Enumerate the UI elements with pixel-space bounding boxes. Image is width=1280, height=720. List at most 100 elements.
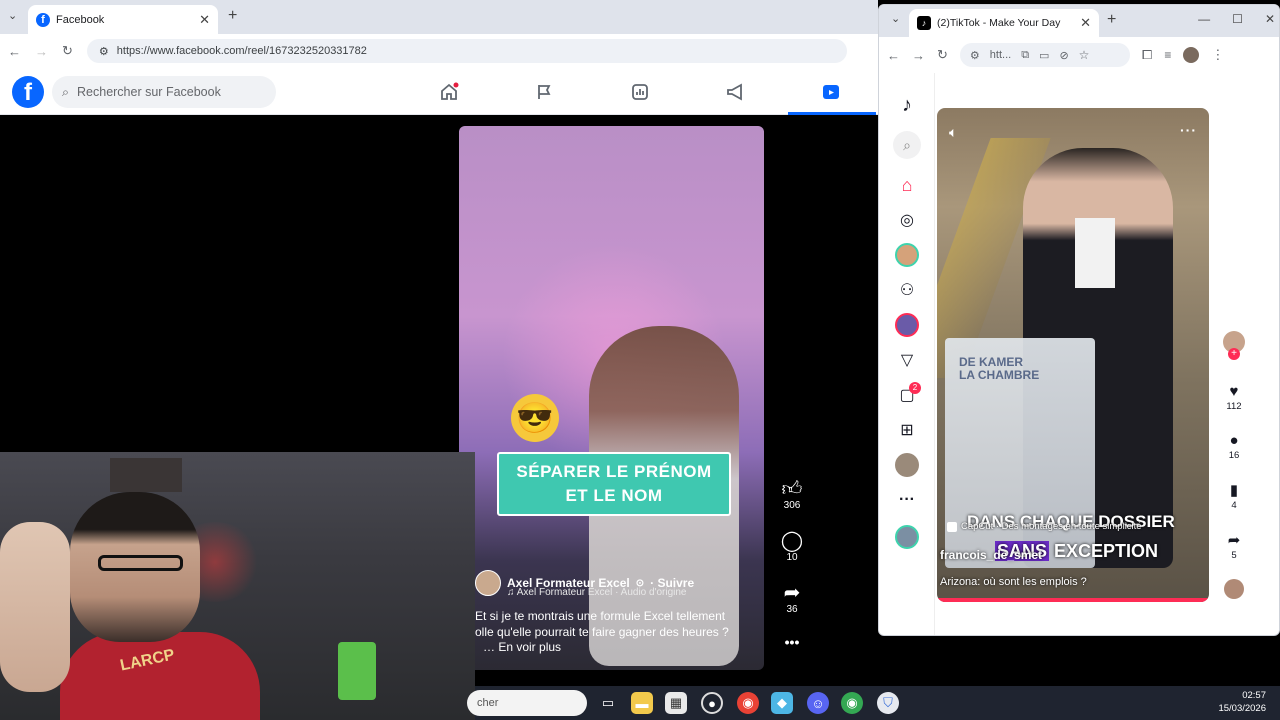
reel-audio-label[interactable]: ♫ Axel Formateur Excel · Audio d'origine xyxy=(507,587,687,598)
volume-icon[interactable]: 🔈︎ xyxy=(949,124,957,141)
window-close-icon[interactable]: ✕ xyxy=(1265,12,1275,26)
tt-video-description: Arizona: où sont les emplois ? xyxy=(940,576,1087,588)
fb-url-field[interactable]: ⚙ https://www.facebook.com/reel/16732325… xyxy=(86,39,847,63)
tt-tab-title: (2)TikTok - Make Your Day xyxy=(937,17,1061,29)
forward-arrow-icon[interactable]: → xyxy=(35,44,48,59)
reel-like-button[interactable]: 👍︎ 306 xyxy=(776,478,808,511)
pages-flag-icon[interactable] xyxy=(530,78,558,106)
bookmark-star-icon[interactable]: ☆ xyxy=(1079,48,1090,62)
tt-like-button[interactable]: ♥ 112 xyxy=(1219,383,1249,412)
tt-suggested-avatar[interactable] xyxy=(893,523,921,551)
reels-video-icon[interactable] xyxy=(817,78,845,106)
tt-new-tab-button[interactable]: + xyxy=(1107,11,1116,29)
chrome-profile-icon[interactable]: ◉ xyxy=(841,692,863,714)
reload-icon[interactable]: ↻ xyxy=(62,43,73,59)
ads-chart-icon[interactable] xyxy=(626,78,654,106)
tt-address-bar: ← → ↻ ⚙ htt... ⧉ ▭ ⊘ ☆ ⧠ ≡ ⋮ xyxy=(879,37,1279,73)
home-nav-icon[interactable] xyxy=(435,78,463,106)
tt-share-button[interactable]: ➦ 5 xyxy=(1219,532,1249,561)
facebook-logo[interactable]: f xyxy=(12,76,44,108)
webcam-background-picture xyxy=(110,458,182,492)
minimize-icon[interactable]: — xyxy=(1198,12,1210,26)
tt-tab-close-icon[interactable]: ✕ xyxy=(1080,15,1091,31)
tt-browser-tab[interactable]: ♪ (2)TikTok - Make Your Day ✕ xyxy=(909,9,1099,37)
maximize-icon[interactable]: ☐ xyxy=(1232,12,1243,26)
messages-icon[interactable]: ▢ 2 xyxy=(893,381,921,409)
extensions-puzzle-icon[interactable]: ⧠ xyxy=(1142,47,1152,63)
eye-off-icon[interactable]: ⊘ xyxy=(1059,49,1068,62)
taskbar-search-text: cher xyxy=(477,697,499,709)
upload-plus-icon[interactable]: ⊞ xyxy=(893,416,921,444)
taskbar-search-box[interactable]: cher xyxy=(467,690,587,716)
follow-plus-icon[interactable]: + xyxy=(1228,348,1240,360)
reel-share-button[interactable]: ➦ 36 xyxy=(776,582,808,615)
reel-comment-button[interactable]: ◯ 10 xyxy=(776,530,808,563)
reel-video-player[interactable]: 😎 SÉPARER LE PRÉNOM ET LE NOM Axel Forma… xyxy=(459,126,764,670)
tt-back-arrow-icon[interactable]: ← xyxy=(887,48,900,63)
tt-reload-icon[interactable]: ↻ xyxy=(937,47,948,63)
file-explorer-icon[interactable]: ▬ xyxy=(631,692,653,714)
tt-video-player[interactable]: DE KAMER LA CHAMBRE 🔈︎ ··· DANS CHAQUE D… xyxy=(937,108,1209,602)
tt-more-icon[interactable]: ··· xyxy=(893,486,921,514)
tt-next-creator-avatar[interactable] xyxy=(1219,579,1249,599)
inbox-send-icon[interactable]: ▽ xyxy=(893,346,921,374)
obs-icon[interactable]: ● xyxy=(701,692,723,714)
suggested-avatar-ring xyxy=(895,525,919,549)
friends-icon[interactable]: ⚇ xyxy=(893,276,921,304)
tt-tab-bar: ⌄ ♪ (2)TikTok - Make Your Day ✕ + — ☐ ✕ xyxy=(879,5,1279,37)
tt-search-icon[interactable]: ⌕ xyxy=(893,131,921,159)
see-more-link[interactable]: … En voir plus xyxy=(483,640,561,654)
tt-following-avatar[interactable] xyxy=(893,241,921,269)
back-arrow-icon[interactable]: ← xyxy=(8,44,21,59)
tt-site-settings-icon[interactable]: ⚙ xyxy=(970,49,980,62)
app-icon[interactable]: ◆ xyxy=(771,692,793,714)
explore-compass-icon[interactable]: ◎ xyxy=(893,206,921,234)
fb-search-input[interactable]: ⌕ Rechercher sur Facebook xyxy=(52,76,276,108)
tt-forward-arrow-icon[interactable]: → xyxy=(912,48,925,63)
cast-icon[interactable]: ▭ xyxy=(1039,49,1049,62)
site-settings-icon[interactable]: ⚙ xyxy=(99,45,109,58)
tt-profile-avatar[interactable] xyxy=(893,451,921,479)
tt-comment-icon: ● xyxy=(1229,432,1239,449)
tt-save-button[interactable]: ▮ 4 xyxy=(1219,482,1249,511)
sunglasses-emoji-icon: 😎 xyxy=(511,394,559,442)
tt-video-more-icon[interactable]: ··· xyxy=(1180,122,1197,138)
taskbar-clock[interactable]: 02:57 15/03/2026 xyxy=(1218,689,1266,715)
tt-home-icon[interactable]: ⌂ xyxy=(893,171,921,199)
capcut-label[interactable]: CapCut · Des montages en toute simplicit… xyxy=(947,521,1142,532)
tt-podium-text: DE KAMER LA CHAMBRE xyxy=(959,356,1039,382)
webcam-glasses xyxy=(98,555,183,571)
facebook-logo-letter: f xyxy=(24,79,32,106)
reel-more-options-icon[interactable]: ••• xyxy=(776,634,808,650)
discord-icon[interactable]: ☺ xyxy=(807,692,829,714)
tab-list-chevron-icon[interactable]: ⌄ xyxy=(8,9,17,22)
task-view-icon[interactable]: ▭ xyxy=(597,692,619,714)
store-icon[interactable]: ▦ xyxy=(665,692,687,714)
reel-share-count: 36 xyxy=(786,604,798,615)
live-avatar-ring xyxy=(895,313,919,337)
fb-tab-bar: ⌄ f Facebook ✕ + xyxy=(0,0,878,34)
reel-overlay-line2: ET LE NOM xyxy=(565,486,663,505)
tt-live-avatar[interactable] xyxy=(893,311,921,339)
media-queue-icon[interactable]: ≡ xyxy=(1164,48,1171,62)
shield-app-icon[interactable]: ⛉ xyxy=(877,692,899,714)
fb-tab-close-icon[interactable]: ✕ xyxy=(199,12,210,28)
fb-new-tab-button[interactable]: + xyxy=(228,7,237,25)
profile-avatar[interactable] xyxy=(1183,47,1200,63)
author-avatar[interactable] xyxy=(475,570,501,596)
tt-tab-list-chevron-icon[interactable]: ⌄ xyxy=(891,12,900,25)
facebook-favicon-icon: f xyxy=(36,12,50,27)
tt-comment-button[interactable]: ● 16 xyxy=(1219,432,1249,461)
translate-icon[interactable]: ⧉ xyxy=(1021,49,1029,62)
tt-creator-avatar[interactable]: + xyxy=(1219,331,1249,360)
tiktok-logo-icon[interactable]: ♪ xyxy=(893,91,921,119)
bookmark-icon: ▮ xyxy=(1229,482,1239,499)
megaphone-icon[interactable] xyxy=(722,78,750,106)
tt-url-field[interactable]: ⚙ htt... ⧉ ▭ ⊘ ☆ xyxy=(959,43,1130,67)
tt-progress-bar[interactable] xyxy=(937,598,1209,602)
fb-browser-tab[interactable]: f Facebook ✕ xyxy=(28,5,218,34)
browser-menu-icon[interactable]: ⋮ xyxy=(1211,47,1224,63)
chrome-icon[interactable]: ◉ xyxy=(737,692,759,714)
tt-username[interactable]: francois_de_smet xyxy=(940,548,1042,562)
reel-caption-line2: olle qu'elle pourrait te faire gagner de… xyxy=(475,625,729,639)
